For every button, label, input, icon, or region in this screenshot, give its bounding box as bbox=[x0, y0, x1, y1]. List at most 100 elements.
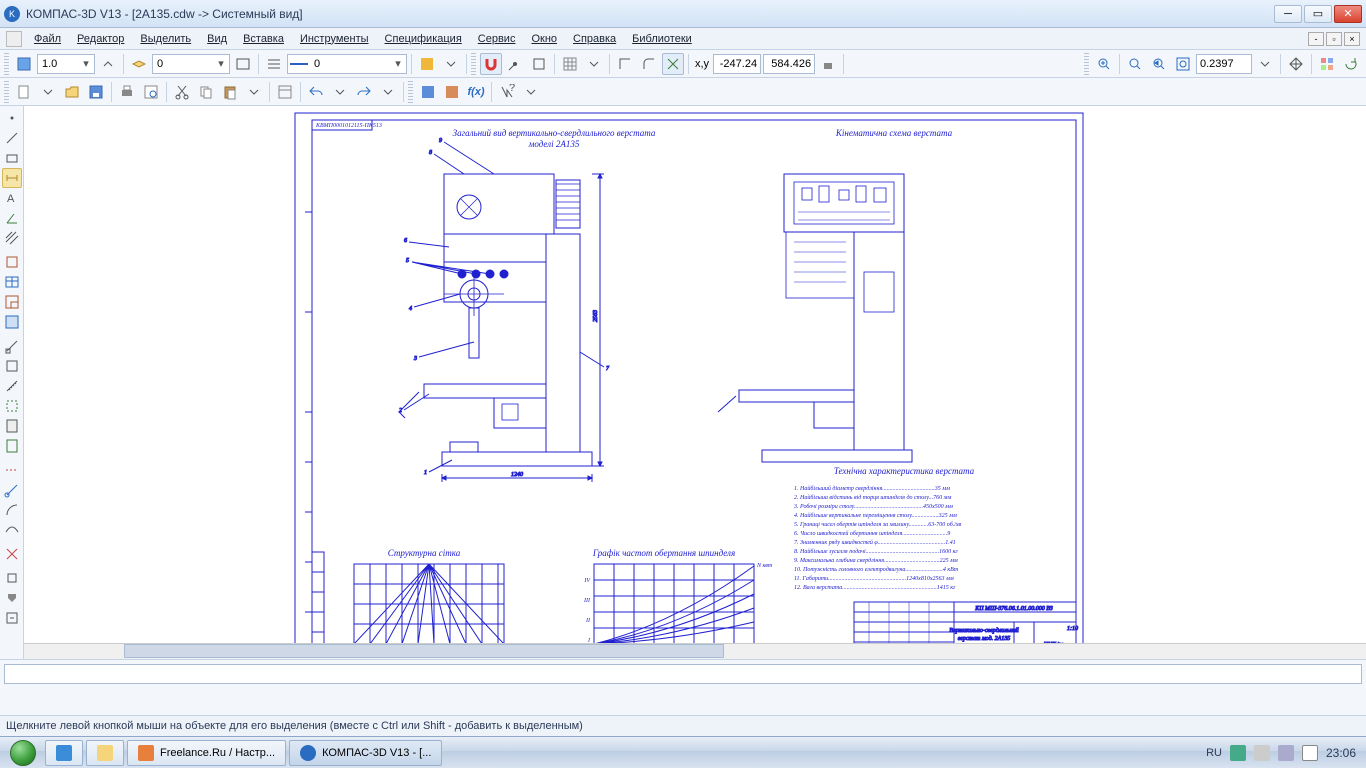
snap-end-icon[interactable] bbox=[504, 53, 526, 75]
close-button[interactable]: ✕ bbox=[1334, 5, 1362, 23]
dropdown-icon[interactable] bbox=[520, 81, 542, 103]
snap-tool-icon[interactable] bbox=[2, 544, 22, 564]
menu-spec[interactable]: Спецификация bbox=[377, 31, 470, 47]
cut-icon[interactable] bbox=[171, 81, 193, 103]
menu-editor[interactable]: Редактор bbox=[69, 31, 132, 47]
tray-volume-icon[interactable] bbox=[1278, 745, 1294, 761]
dropdown-icon[interactable] bbox=[583, 53, 605, 75]
library-icon[interactable] bbox=[417, 81, 439, 103]
zoom-prev-icon[interactable] bbox=[1148, 53, 1170, 75]
hatch-tool-icon[interactable] bbox=[2, 228, 22, 248]
tray-network-icon[interactable] bbox=[1254, 745, 1270, 761]
state-icon[interactable] bbox=[13, 53, 35, 75]
command-input[interactable] bbox=[4, 664, 1362, 684]
rounding-icon[interactable] bbox=[638, 53, 660, 75]
print-icon[interactable] bbox=[116, 81, 138, 103]
step-combo[interactable]: 1.0▾ bbox=[37, 54, 95, 74]
table-tool-icon[interactable] bbox=[2, 272, 22, 292]
menu-view[interactable]: Вид bbox=[199, 31, 235, 47]
mdi-close[interactable]: × bbox=[1344, 32, 1360, 46]
preview-icon[interactable] bbox=[140, 81, 162, 103]
grip-icon[interactable] bbox=[471, 53, 476, 75]
coords-lock-icon[interactable] bbox=[817, 53, 839, 75]
taskbar-kompas[interactable]: КОМПАС-3D V13 - [... bbox=[289, 740, 442, 766]
coord-x-input[interactable] bbox=[713, 54, 761, 74]
color-icon[interactable] bbox=[416, 53, 438, 75]
new-icon[interactable] bbox=[13, 81, 35, 103]
dropdown-icon[interactable] bbox=[377, 81, 399, 103]
point-tool-icon[interactable] bbox=[2, 108, 22, 128]
help-icon[interactable]: ? bbox=[496, 81, 518, 103]
zoom-in-icon[interactable] bbox=[1093, 53, 1115, 75]
dropdown-icon[interactable] bbox=[37, 81, 59, 103]
open-icon[interactable] bbox=[61, 81, 83, 103]
tray-flag-icon[interactable] bbox=[1302, 745, 1318, 761]
zoom-input[interactable] bbox=[1196, 54, 1252, 74]
param-tool-icon[interactable] bbox=[2, 356, 22, 376]
menu-help[interactable]: Справка bbox=[565, 31, 624, 47]
text-tool-icon[interactable]: A bbox=[2, 188, 22, 208]
rect-tool-icon[interactable] bbox=[2, 148, 22, 168]
zoom-all-icon[interactable] bbox=[1172, 53, 1194, 75]
menu-file[interactable]: Файл bbox=[26, 31, 69, 47]
undo-icon[interactable] bbox=[305, 81, 327, 103]
lines-icon[interactable] bbox=[263, 53, 285, 75]
grip-icon[interactable] bbox=[408, 81, 413, 103]
menu-service[interactable]: Сервис bbox=[470, 31, 524, 47]
ortho-icon[interactable] bbox=[614, 53, 636, 75]
h-scrollbar[interactable] bbox=[24, 643, 1366, 659]
dimension-tool-icon[interactable] bbox=[2, 168, 22, 188]
edit-tool-icon[interactable] bbox=[2, 252, 22, 272]
library2-icon[interactable] bbox=[441, 81, 463, 103]
ellipse-tool-icon[interactable] bbox=[2, 520, 22, 540]
variables-icon[interactable]: f(x) bbox=[465, 81, 487, 103]
layer-mgr-icon[interactable] bbox=[232, 53, 254, 75]
redo-icon[interactable] bbox=[353, 81, 375, 103]
clock[interactable]: 23:06 bbox=[1326, 746, 1356, 760]
copy-icon[interactable] bbox=[195, 81, 217, 103]
dropdown-icon[interactable] bbox=[329, 81, 351, 103]
mdi-restore[interactable]: ▫ bbox=[1326, 32, 1342, 46]
reports-tool-icon[interactable] bbox=[2, 436, 22, 456]
fill-tool-icon[interactable] bbox=[2, 588, 22, 608]
dropdown-icon[interactable] bbox=[440, 53, 462, 75]
measure-tool-icon[interactable] bbox=[2, 376, 22, 396]
grip-icon[interactable] bbox=[4, 53, 9, 75]
save-icon[interactable] bbox=[85, 81, 107, 103]
grip-icon[interactable] bbox=[1084, 53, 1089, 75]
doc-icon[interactable] bbox=[6, 31, 22, 47]
taskbar-ie[interactable] bbox=[45, 740, 83, 766]
style-combo[interactable]: 0▾ bbox=[287, 54, 407, 74]
edit2-tool-icon[interactable] bbox=[2, 608, 22, 628]
start-button[interactable] bbox=[4, 739, 42, 767]
menu-select[interactable]: Выделить bbox=[132, 31, 199, 47]
refresh-icon[interactable] bbox=[1316, 53, 1338, 75]
taskbar-freelance[interactable]: Freelance.Ru / Настр... bbox=[127, 740, 286, 766]
taskbar-explorer[interactable] bbox=[86, 740, 124, 766]
maximize-button[interactable]: ▭ bbox=[1304, 5, 1332, 23]
spin-up-icon[interactable] bbox=[97, 53, 119, 75]
drawing-canvas[interactable]: КВМП0001012115-ПК513 Загальний вид верти… bbox=[24, 106, 1366, 643]
layer-combo[interactable]: 0▾ bbox=[152, 54, 230, 74]
lcs-icon[interactable] bbox=[662, 53, 684, 75]
menu-tools[interactable]: Инструменты bbox=[292, 31, 377, 47]
pan-icon[interactable] bbox=[1285, 53, 1307, 75]
zoom-window-icon[interactable] bbox=[1124, 53, 1146, 75]
menu-window[interactable]: Окно bbox=[523, 31, 565, 47]
aux-line-icon[interactable] bbox=[2, 460, 22, 480]
grip-icon[interactable] bbox=[4, 81, 9, 103]
mdi-minimize[interactable]: - bbox=[1308, 32, 1324, 46]
dropdown-icon[interactable] bbox=[1254, 53, 1276, 75]
paste-icon[interactable] bbox=[219, 81, 241, 103]
title-block-icon[interactable] bbox=[2, 292, 22, 312]
symbol-tool-icon[interactable] bbox=[2, 568, 22, 588]
move-tool-icon[interactable] bbox=[2, 336, 22, 356]
magnet-icon[interactable] bbox=[480, 53, 502, 75]
properties-icon[interactable] bbox=[274, 81, 296, 103]
axis-tool-icon[interactable] bbox=[2, 480, 22, 500]
angle-dim-icon[interactable] bbox=[2, 208, 22, 228]
select-tool-icon[interactable] bbox=[2, 396, 22, 416]
menu-insert[interactable]: Вставка bbox=[235, 31, 292, 47]
layer-icon[interactable] bbox=[128, 53, 150, 75]
minimize-button[interactable]: ─ bbox=[1274, 5, 1302, 23]
